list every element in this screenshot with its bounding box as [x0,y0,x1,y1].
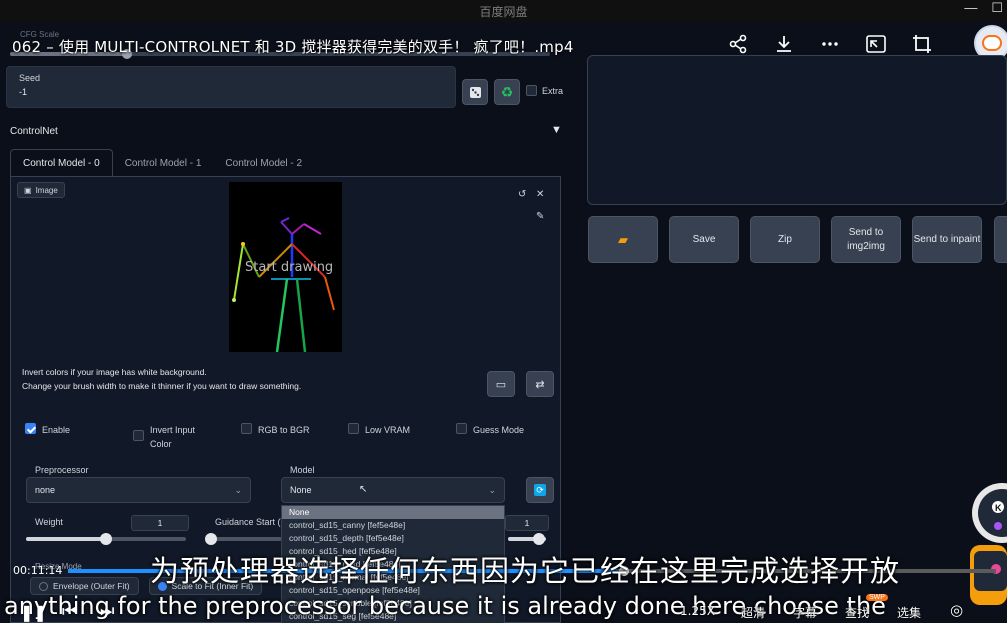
guidance-start-knob[interactable] [205,533,217,545]
collapse-triangle-icon[interactable]: ▼ [551,124,562,136]
enable-checkbox[interactable] [25,423,36,434]
settings-icon[interactable]: ◎ [950,601,963,619]
weight-input[interactable]: 1 [131,515,189,531]
reset-icon[interactable]: ↺ [518,189,526,200]
app-title: 百度网盘 [479,4,528,19]
guidance-start-label: Guidance Start (T) [215,517,290,527]
quality-button[interactable]: 超清 [741,604,765,621]
model-option[interactable]: control_sd15_canny [fef5e48e] [282,519,504,532]
brush-icon[interactable]: ✎ [536,211,544,222]
download-icon[interactable] [772,32,796,56]
extra-checkbox[interactable] [526,85,537,96]
extra-seed-toggle[interactable]: Extra [526,85,563,96]
controlnet-accordion[interactable]: ControlNet ▼ [0,114,572,148]
create-canvas-button[interactable]: ▭ [487,371,515,397]
seed-label: Seed [19,73,41,83]
tab-control-model-0[interactable]: Control Model - 0 [10,149,113,177]
pip-icon[interactable] [864,32,888,56]
refresh-models-button[interactable]: ⟳ [526,477,554,503]
svg-text:K: K [995,503,1002,513]
tab-control-model-2[interactable]: Control Model - 2 [213,149,314,177]
canvas-hint: Start drawing [245,260,334,275]
dice-icon [469,86,481,98]
chevron-down-icon: ⌄ [488,484,496,495]
random-seed-button[interactable] [462,79,488,105]
subtitles-button[interactable]: 字幕 [793,604,817,621]
invert-input-checkbox[interactable] [133,430,144,441]
seed-input[interactable]: -1 [17,87,453,103]
next-icon[interactable]: ⏭ [100,603,114,621]
recycle-icon: ♻ [500,83,514,100]
preprocessor-label: Preprocessor [35,465,89,475]
guess-mode-checkbox-row[interactable]: Guess Mode [456,423,524,437]
chevron-down-icon: ⌄ [234,484,242,495]
image-label-tag: ▣ Image [17,182,65,198]
open-folder-button[interactable]: ▰ [588,216,658,263]
model-option[interactable]: None [282,506,504,519]
invert-input-checkbox-row[interactable]: Invert Input Color [133,423,195,451]
subtitle-chinese: 为预处理器选择任何东西因为它已经在这里完成选择开放 [150,554,901,588]
more-actions-button[interactable] [994,216,1007,263]
low-vram-checkbox-row[interactable]: Low VRAM [348,423,410,437]
minimize-icon[interactable]: — [964,0,977,16]
drawing-canvas[interactable]: Start drawing [229,182,342,352]
model-option[interactable]: control_sd15_depth [fef5e48e] [282,532,504,545]
player-top-toolbar [726,32,934,56]
playlist-button[interactable]: 选集 [897,604,921,621]
rgb-to-bgr-checkbox-row[interactable]: RGB to BGR [241,423,310,437]
refresh-icon: ⟳ [534,484,546,496]
model-dropdown[interactable]: None ⌄ [281,477,505,503]
mouse-cursor-icon: ↖ [359,484,368,495]
control-model-tabs: Control Model - 0 Control Model - 1 Cont… [10,149,314,177]
playback-speed-button[interactable]: 1.25X [680,604,715,618]
output-gallery [587,55,1007,205]
guidance-end-input[interactable]: 1 [505,515,549,531]
canvas-icon: ▭ [495,378,507,391]
extra-label: Extra [542,85,564,96]
swap-icon: ⇄ [535,378,545,391]
send-to-img2img-button[interactable]: Send to img2img [831,216,901,263]
more-icon[interactable] [818,32,842,56]
tab-control-model-1[interactable]: Control Model - 1 [113,149,214,177]
weight-slider-knob[interactable] [100,533,112,545]
guidance-start-slider[interactable] [206,537,282,541]
help-text: Invert colors if your image has white ba… [22,365,301,393]
image-icon: ▣ [24,185,32,195]
swp-badge: SWP [866,594,888,601]
window-titlebar: 百度网盘 — ☐ [0,0,1007,22]
help-line-brush: Change your brush width to make it thinn… [22,381,302,391]
preprocessor-dropdown[interactable]: none ⌄ [26,477,251,503]
guess-mode-checkbox[interactable] [456,423,467,434]
zip-button[interactable]: Zip [750,216,820,263]
reuse-seed-button[interactable]: ♻ [494,79,520,105]
previous-icon[interactable]: ⏮ [62,603,76,621]
mascot-robot-image: K [960,483,1007,623]
seed-field: Seed -1 [6,66,456,108]
folder-icon: ▰ [618,231,628,247]
maximize-icon[interactable]: ☐ [991,0,1003,16]
model-label: Model [290,465,315,475]
pause-icon[interactable]: ❚❚ [20,603,47,623]
save-button[interactable]: Save [669,216,739,263]
guidance-end-knob[interactable] [533,533,545,545]
video-title: 062 – 使用 MULTI-CONTROLNET 和 3D 搅拌器获得完美的双… [12,38,574,56]
send-to-inpaint-button[interactable]: Send to inpaint [912,216,982,263]
controlnet-title: ControlNet [10,126,58,137]
close-icon[interactable]: ✕ [536,189,544,200]
share-icon[interactable] [726,32,750,56]
video-current-time: 00:11:14 [13,564,63,577]
swap-dimensions-button[interactable]: ⇄ [526,371,554,397]
weight-label: Weight [35,517,63,527]
low-vram-checkbox[interactable] [348,423,359,434]
crop-icon[interactable] [910,32,934,56]
rgb-to-bgr-checkbox[interactable] [241,423,252,434]
search-button[interactable]: 查找 [845,604,869,621]
help-line-invert: Invert colors if your image has white ba… [22,367,207,377]
enable-checkbox-row[interactable]: Enable [25,423,70,437]
